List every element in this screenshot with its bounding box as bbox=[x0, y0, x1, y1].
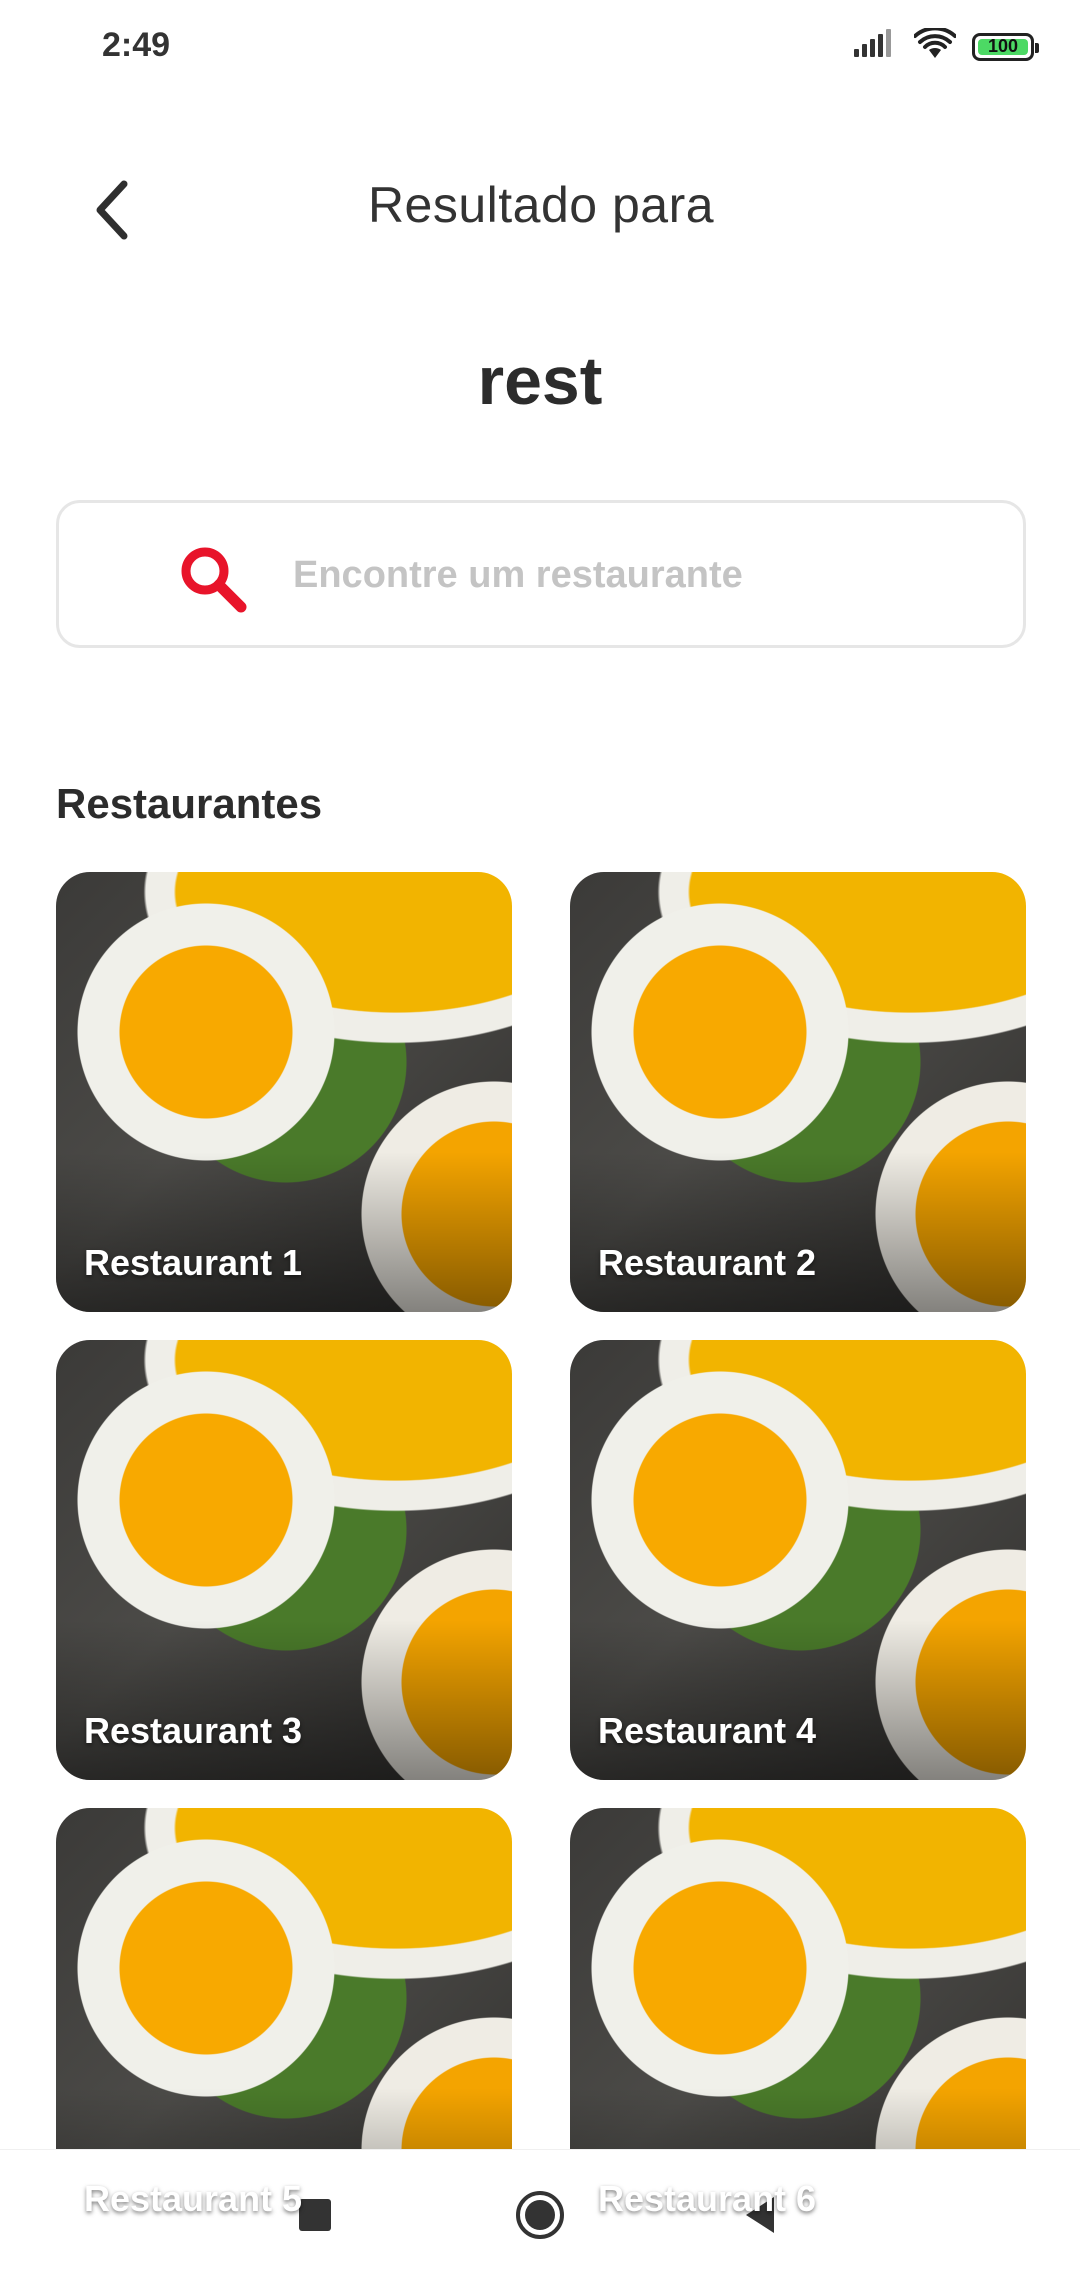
restaurant-name: Restaurant 5 bbox=[84, 2178, 303, 2219]
restaurant-card[interactable]: Restaurant 1 bbox=[56, 872, 512, 1312]
battery-icon: 100 bbox=[972, 32, 1039, 61]
page-title: Resultado para bbox=[367, 177, 715, 233]
circle-icon bbox=[516, 2191, 564, 2239]
restaurant-card[interactable]: Restaurant 3 bbox=[56, 1340, 512, 1780]
restaurant-name: Restaurant 4 bbox=[598, 1710, 817, 1751]
search-input[interactable] bbox=[291, 541, 995, 609]
battery-level: 100 bbox=[987, 36, 1019, 56]
restaurant-name: Restaurant 3 bbox=[84, 1710, 303, 1751]
restaurant-name: Restaurant 1 bbox=[84, 1242, 303, 1283]
restaurant-name: Restaurant 2 bbox=[598, 1242, 817, 1283]
restaurant-card[interactable]: Restaurant 4 bbox=[570, 1340, 1026, 1780]
section-title: Restaurantes bbox=[56, 780, 323, 827]
signal-icon bbox=[854, 29, 898, 64]
search-icon bbox=[181, 547, 247, 613]
status-bar: 2:49 100 bbox=[0, 0, 1080, 96]
search-query: rest bbox=[477, 343, 603, 419]
status-time: 2:49 bbox=[102, 26, 171, 64]
square-icon bbox=[299, 2199, 331, 2231]
status-icons: 100 bbox=[854, 26, 1039, 65]
restaurant-card[interactable]: Restaurant 2 bbox=[570, 872, 1026, 1312]
search-bar[interactable] bbox=[56, 500, 1026, 648]
restaurant-name: Restaurant 6 bbox=[598, 2178, 817, 2219]
wifi-icon bbox=[913, 26, 957, 65]
home-button[interactable] bbox=[505, 2180, 575, 2250]
